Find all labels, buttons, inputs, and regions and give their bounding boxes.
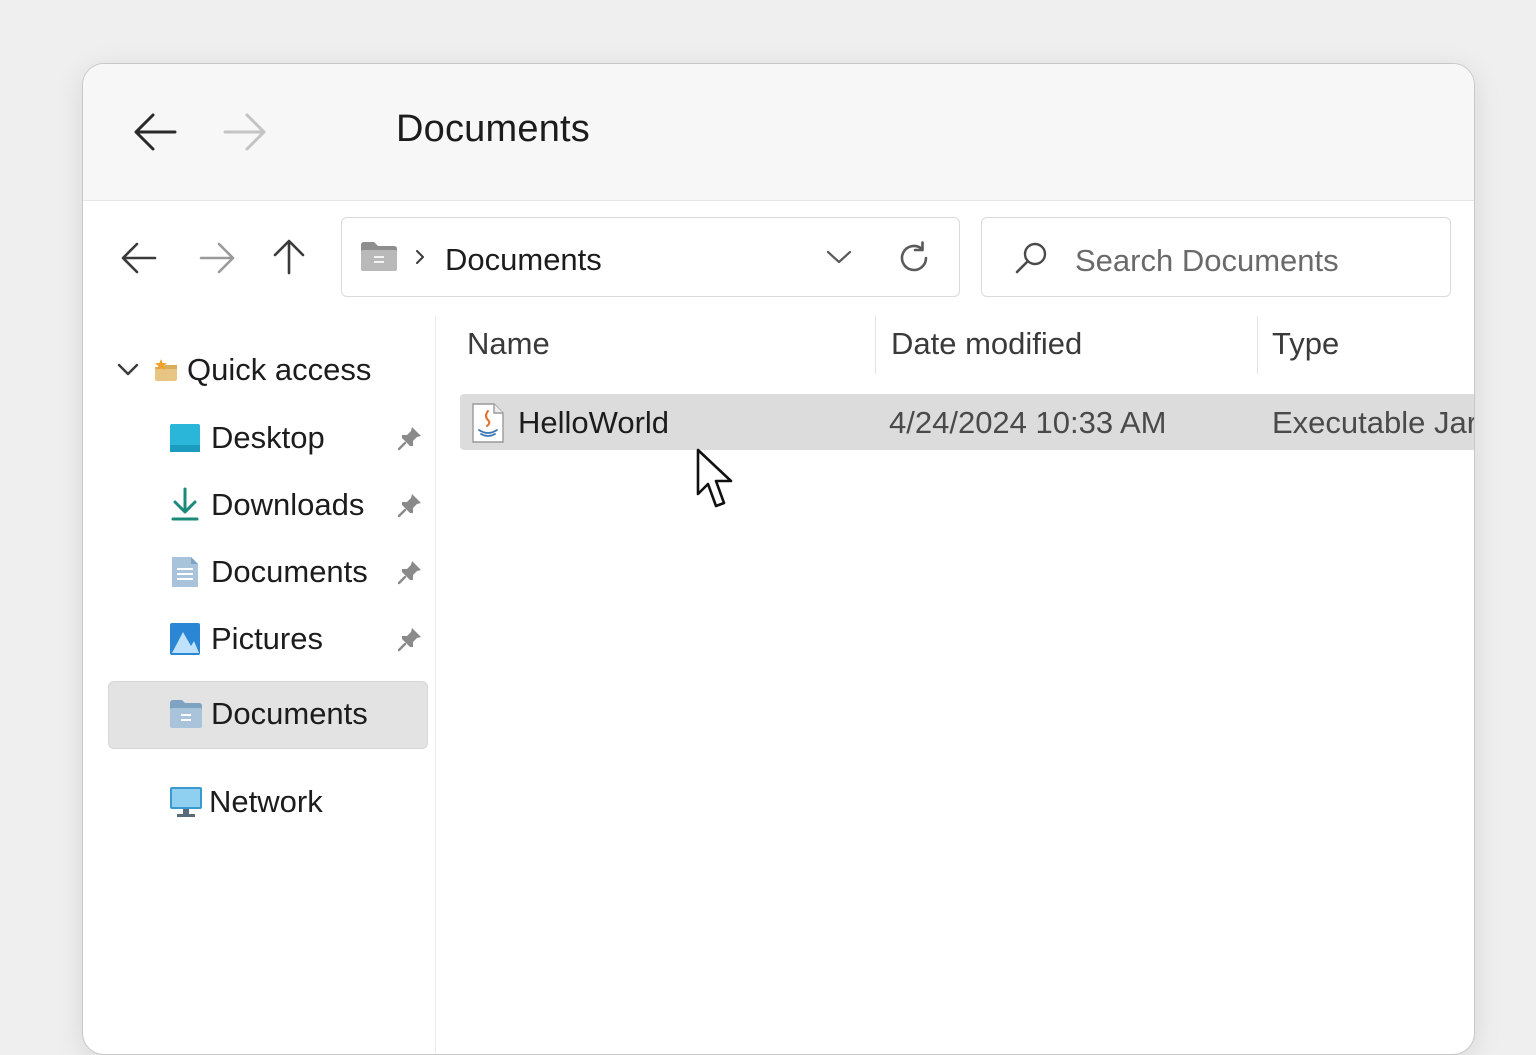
- back-button[interactable]: [119, 236, 159, 280]
- search-box[interactable]: Search Documents: [981, 217, 1451, 297]
- navigation-pane: Quick access Desktop Downloads Documents…: [83, 316, 436, 1054]
- quick-access-label: Quick access: [187, 352, 372, 387]
- downloads-icon: [171, 487, 199, 521]
- column-header-name[interactable]: Name: [467, 326, 550, 362]
- nav-item-label: Desktop: [211, 420, 325, 455]
- column-header-date-modified[interactable]: Date modified: [891, 326, 1082, 362]
- quick-access-group[interactable]: Quick access: [117, 342, 371, 398]
- chevron-down-icon: [826, 250, 852, 264]
- title-back-button[interactable]: [127, 108, 183, 156]
- arrow-up-icon: [273, 239, 305, 275]
- quick-access-star-folder-icon: [155, 359, 177, 381]
- nav-item-label: Documents: [211, 696, 368, 731]
- chevron-right-icon: [416, 250, 424, 264]
- file-date-modified: 4/24/2024 10:33 AM: [889, 405, 1167, 440]
- arrow-left-icon: [121, 242, 157, 274]
- nav-item-label: Documents: [211, 554, 368, 589]
- mouse-cursor-icon: [696, 448, 733, 508]
- folder-icon: [361, 242, 397, 271]
- refresh-icon: [900, 241, 928, 272]
- nav-item-label: Downloads: [211, 487, 365, 522]
- pin-icon: [397, 494, 421, 518]
- address-history-dropdown[interactable]: [822, 240, 856, 274]
- desktop-icon: [170, 424, 200, 452]
- column-header-type[interactable]: Type: [1272, 326, 1339, 362]
- up-button[interactable]: [269, 234, 309, 278]
- arrow-left-icon: [134, 113, 177, 151]
- file-name: HelloWorld: [518, 405, 670, 440]
- file-row[interactable]: HelloWorld 4/24/2024 10:33 AM Executable…: [460, 394, 1474, 450]
- documents-icon: [172, 557, 198, 587]
- nav-item-label: Network: [209, 784, 323, 819]
- arrow-right-icon: [199, 242, 235, 274]
- nav-item-pictures[interactable]: Pictures: [169, 611, 429, 667]
- nav-item-documents[interactable]: Documents: [169, 544, 429, 600]
- nav-item-label: Pictures: [211, 621, 323, 656]
- title-bar: Documents: [83, 64, 1474, 201]
- column-separator[interactable]: [1257, 316, 1258, 374]
- pictures-icon: [170, 623, 200, 655]
- folder-icon: [170, 700, 202, 728]
- window-title: Documents: [396, 108, 590, 150]
- address-bar[interactable]: Documents: [341, 217, 960, 297]
- forward-button[interactable]: [197, 236, 237, 280]
- refresh-button[interactable]: [894, 238, 934, 278]
- nav-item-network[interactable]: Network: [169, 774, 419, 830]
- network-icon: [170, 787, 202, 817]
- chevron-down-icon: [117, 363, 139, 376]
- file-explorer-window: Documents Documents Search Documents Qui…: [82, 63, 1475, 1055]
- search-icon: [1015, 242, 1047, 274]
- arrow-right-icon: [223, 113, 266, 151]
- nav-item-desktop[interactable]: Desktop: [169, 410, 429, 466]
- nav-item-downloads[interactable]: Downloads: [169, 477, 429, 533]
- search-input[interactable]: Search Documents: [1075, 243, 1339, 279]
- nav-item-documents-folder[interactable]: Documents: [169, 686, 419, 742]
- pin-icon: [397, 628, 421, 652]
- java-jar-icon: [472, 403, 504, 443]
- pin-icon: [397, 427, 421, 451]
- address-folder-label[interactable]: Documents: [445, 242, 602, 278]
- column-separator[interactable]: [875, 316, 876, 374]
- pin-icon: [397, 561, 421, 585]
- file-type: Executable Jar: [1272, 405, 1475, 440]
- title-forward-button[interactable]: [217, 108, 273, 156]
